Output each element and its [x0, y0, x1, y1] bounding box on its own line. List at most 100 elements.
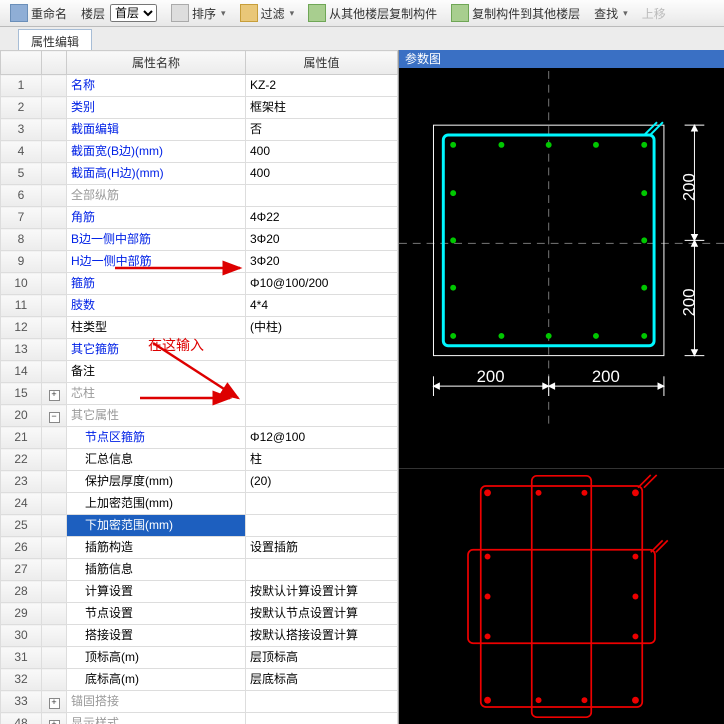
row-number: 20 — [1, 405, 42, 427]
table-row[interactable]: 9H边一侧中部筋3Φ20 — [1, 251, 398, 273]
table-row[interactable]: 33+锚固搭接 — [1, 691, 398, 713]
table-row[interactable]: 32底标高(m)层底标高 — [1, 669, 398, 691]
table-row[interactable]: 6全部纵筋 — [1, 185, 398, 207]
floor-button[interactable]: 楼层 首层 — [75, 2, 163, 24]
prop-value[interactable] — [246, 339, 398, 361]
table-row[interactable]: 31顶标高(m)层顶标高 — [1, 647, 398, 669]
table-row[interactable]: 5截面高(H边)(mm)400 — [1, 163, 398, 185]
expand-toggle — [42, 537, 67, 559]
prop-value[interactable] — [246, 691, 398, 713]
prop-value[interactable] — [246, 383, 398, 405]
up-label: 上移 — [642, 5, 666, 22]
prop-name: 备注 — [67, 361, 246, 383]
row-number: 28 — [1, 581, 42, 603]
table-row[interactable]: 48+显示样式 — [1, 713, 398, 724]
header-name: 属性名称 — [67, 51, 246, 75]
prop-name: 柱类型 — [67, 317, 246, 339]
prop-value[interactable] — [246, 185, 398, 207]
prop-value[interactable] — [246, 361, 398, 383]
prop-value[interactable]: 400 — [246, 163, 398, 185]
table-row[interactable]: 25下加密范围(mm) — [1, 515, 398, 537]
prop-value[interactable]: (20) — [246, 471, 398, 493]
prop-value[interactable]: 否 — [246, 119, 398, 141]
rename-button[interactable]: 重命名 — [4, 2, 73, 24]
table-row[interactable]: 7角筋4Φ22 — [1, 207, 398, 229]
table-row[interactable]: 29节点设置按默认节点设置计算 — [1, 603, 398, 625]
prop-value[interactable]: 按默认计算设置计算 — [246, 581, 398, 603]
table-row[interactable]: 20−其它属性 — [1, 405, 398, 427]
row-number: 33 — [1, 691, 42, 713]
table-row[interactable]: 12柱类型(中柱) — [1, 317, 398, 339]
table-row[interactable]: 23保护层厚度(mm)(20) — [1, 471, 398, 493]
table-row[interactable]: 1名称KZ-2 — [1, 75, 398, 97]
prop-value[interactable]: Φ10@100/200 — [246, 273, 398, 295]
table-row[interactable]: 24上加密范围(mm) — [1, 493, 398, 515]
prop-value[interactable]: 3Φ20 — [246, 229, 398, 251]
expand-toggle — [42, 75, 67, 97]
copyfrom-button[interactable]: 从其他楼层复制构件 — [302, 2, 443, 24]
expand-toggle — [42, 449, 67, 471]
prop-name: 其它属性 — [67, 405, 246, 427]
table-row[interactable]: 26插筋构造设置插筋 — [1, 537, 398, 559]
prop-value[interactable] — [246, 713, 398, 724]
prop-value[interactable]: 层顶标高 — [246, 647, 398, 669]
expand-toggle[interactable]: + — [42, 383, 67, 405]
find-button[interactable]: 查找▾ — [588, 3, 634, 24]
sort-button[interactable]: 排序 ▾ — [165, 2, 232, 24]
prop-value[interactable]: 按默认节点设置计算 — [246, 603, 398, 625]
section-diagram[interactable]: 200 200 200 200 — [399, 68, 724, 463]
expand-toggle[interactable]: + — [42, 713, 67, 724]
up-button[interactable]: 上移 — [636, 3, 672, 24]
row-number: 48 — [1, 713, 42, 724]
table-row[interactable]: 2类别框架柱 — [1, 97, 398, 119]
prop-value[interactable]: KZ-2 — [246, 75, 398, 97]
chevron-down-icon: ▾ — [221, 8, 226, 19]
table-row[interactable]: 27插筋信息 — [1, 559, 398, 581]
table-row[interactable]: 3截面编辑否 — [1, 119, 398, 141]
prop-value[interactable]: 按默认搭接设置计算 — [246, 625, 398, 647]
prop-value[interactable]: 设置插筋 — [246, 537, 398, 559]
prop-value[interactable] — [246, 515, 398, 537]
row-number: 11 — [1, 295, 42, 317]
expand-toggle — [42, 339, 67, 361]
filter-button[interactable]: 过滤▾ — [234, 2, 301, 24]
prop-name: 插筋构造 — [67, 537, 246, 559]
prop-value[interactable]: 4Φ22 — [246, 207, 398, 229]
prop-value[interactable]: (中柱) — [246, 317, 398, 339]
row-number: 1 — [1, 75, 42, 97]
table-row[interactable]: 28计算设置按默认计算设置计算 — [1, 581, 398, 603]
prop-value[interactable] — [246, 493, 398, 515]
table-row[interactable]: 8B边一侧中部筋3Φ20 — [1, 229, 398, 251]
copyto-button[interactable]: 复制构件到其他楼层 — [445, 2, 586, 24]
prop-name: 节点设置 — [67, 603, 246, 625]
expand-toggle — [42, 515, 67, 537]
diagram-panel: 参数图 — [399, 50, 724, 724]
table-row[interactable]: 14备注 — [1, 361, 398, 383]
prop-value[interactable]: 柱 — [246, 449, 398, 471]
table-row[interactable]: 30搭接设置按默认搭接设置计算 — [1, 625, 398, 647]
expand-toggle[interactable]: − — [42, 405, 67, 427]
prop-value[interactable]: 4*4 — [246, 295, 398, 317]
prop-value[interactable]: 层底标高 — [246, 669, 398, 691]
find-label: 查找 — [594, 5, 618, 22]
prop-value[interactable]: 3Φ20 — [246, 251, 398, 273]
table-row[interactable]: 15+芯柱 — [1, 383, 398, 405]
table-row[interactable]: 22汇总信息柱 — [1, 449, 398, 471]
sort-label: 排序 — [192, 5, 216, 22]
property-grid-wrap[interactable]: 属性名称 属性值 1名称KZ-22类别框架柱3截面编辑否4截面宽(B边)(mm)… — [0, 50, 398, 724]
table-row[interactable]: 21节点区箍筋Φ12@100 — [1, 427, 398, 449]
floor-select[interactable]: 首层 — [110, 4, 157, 22]
stirrup-diagram[interactable] — [399, 468, 724, 724]
expand-toggle[interactable]: + — [42, 691, 67, 713]
table-row[interactable]: 13其它箍筋 — [1, 339, 398, 361]
table-row[interactable]: 10箍筋Φ10@100/200 — [1, 273, 398, 295]
prop-value[interactable]: Φ12@100 — [246, 427, 398, 449]
prop-value[interactable]: 400 — [246, 141, 398, 163]
prop-value[interactable] — [246, 405, 398, 427]
prop-value[interactable]: 框架柱 — [246, 97, 398, 119]
prop-value[interactable] — [246, 559, 398, 581]
row-number: 7 — [1, 207, 42, 229]
table-row[interactable]: 4截面宽(B边)(mm)400 — [1, 141, 398, 163]
table-row[interactable]: 11肢数4*4 — [1, 295, 398, 317]
property-grid: 属性名称 属性值 1名称KZ-22类别框架柱3截面编辑否4截面宽(B边)(mm)… — [0, 50, 398, 724]
